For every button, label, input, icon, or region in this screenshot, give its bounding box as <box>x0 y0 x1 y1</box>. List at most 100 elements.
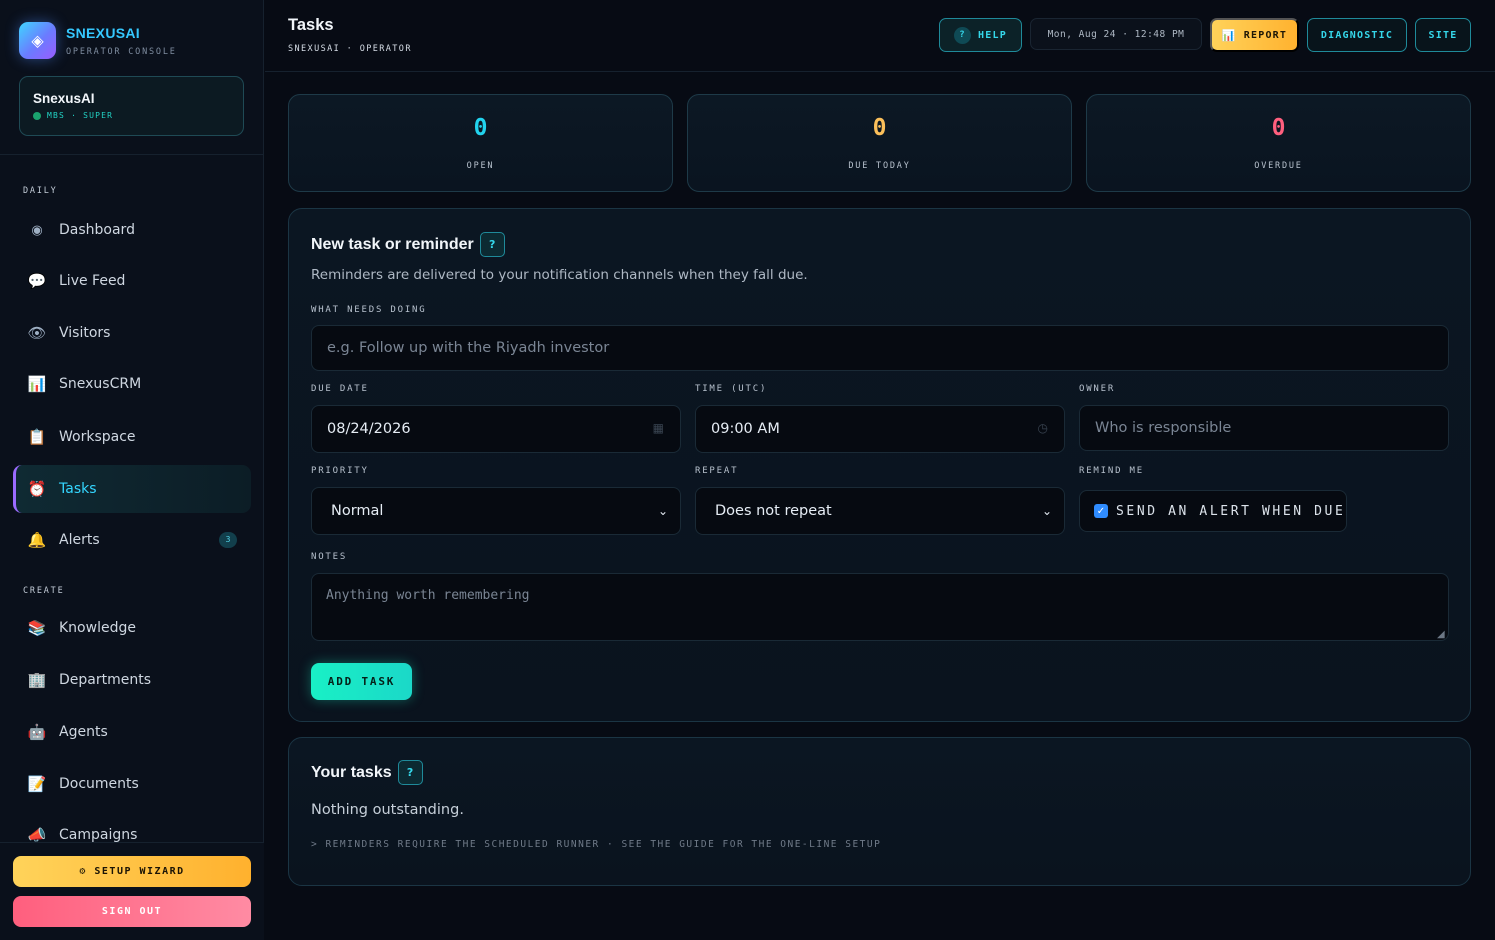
robot-icon: 🤖 <box>27 723 47 741</box>
bar-chart-icon: 📊 <box>1221 28 1237 42</box>
status-dot-icon <box>33 111 41 120</box>
brand[interactable]: ◈ SNEXUSAI OPERATOR CONSOLE <box>19 22 177 59</box>
stat-label: DUE TODAY <box>848 161 911 171</box>
stat-value: 0 <box>1271 115 1286 141</box>
stat-value: 0 <box>473 115 488 141</box>
sign-out-button[interactable]: SIGN OUT <box>13 896 251 927</box>
time-field[interactable]: 09:00 AM ◷ <box>695 405 1065 453</box>
question-icon[interactable]: ? <box>479 232 505 257</box>
breadcrumb: SNEXUSAI · OPERATOR <box>288 44 412 54</box>
nav-section-create: CREATE <box>23 586 65 596</box>
sidebar-divider <box>0 154 264 155</box>
bar-chart-icon: 📊 <box>27 375 47 393</box>
sidebar-item-label: Agents <box>59 724 108 740</box>
sidebar-item-label: Departments <box>59 672 152 688</box>
resize-grip-icon[interactable]: ◢ <box>1437 629 1445 640</box>
sidebar-item-snexuscrm[interactable]: 📊 SnexusCRM <box>13 360 251 408</box>
sidebar-item-tasks[interactable]: ⏰ Tasks <box>13 465 251 513</box>
books-icon: 📚 <box>27 619 47 637</box>
sidebar-item-label: Alerts <box>59 532 100 548</box>
remind-checkbox-row[interactable]: ✓ SEND AN ALERT WHEN DUE <box>1079 490 1347 532</box>
office-building-icon: 🏢 <box>27 671 47 689</box>
empty-state-text: Nothing outstanding. <box>311 802 464 818</box>
stat-label: OVERDUE <box>1254 161 1303 171</box>
your-tasks-title-row: Your tasks ? <box>311 760 423 785</box>
remind-text: SEND AN ALERT WHEN DUE <box>1116 503 1346 519</box>
clock-icon[interactable]: ◷ <box>1038 421 1048 435</box>
sidebar: ◈ SNEXUSAI OPERATOR CONSOLE SnexusAI MBS… <box>0 0 264 940</box>
report-button[interactable]: 📊 REPORT <box>1210 18 1299 52</box>
help-button-label: HELP <box>978 29 1007 41</box>
new-task-panel: New task or reminder ? Reminders are del… <box>288 208 1471 722</box>
task-input[interactable] <box>311 325 1449 371</box>
due-date-label: DUE DATE <box>311 384 369 394</box>
priority-value: Normal <box>331 503 384 519</box>
repeat-value: Does not repeat <box>715 503 832 519</box>
panel-title: Your tasks <box>311 763 392 781</box>
sidebar-item-knowledge[interactable]: 📚 Knowledge <box>13 604 251 652</box>
sidebar-item-label: SnexusCRM <box>59 376 142 392</box>
sidebar-item-label: Knowledge <box>59 620 136 636</box>
chevron-down-icon: ⌄ <box>1041 504 1052 518</box>
checkbox-checked-icon[interactable]: ✓ <box>1094 504 1108 518</box>
page-title: Tasks <box>288 16 334 34</box>
sidebar-item-workspace[interactable]: 📋 Workspace <box>13 413 251 461</box>
question-icon: ? <box>954 26 972 44</box>
notes-label: NOTES <box>311 552 348 562</box>
sidebar-item-alerts[interactable]: 🔔 Alerts 3 <box>13 516 251 564</box>
panel-title: New task or reminder <box>311 235 474 253</box>
clock-display: Mon, Aug 24 · 12:48 PM <box>1030 18 1202 50</box>
sidebar-item-label: Visitors <box>59 325 111 341</box>
site-button[interactable]: SITE <box>1415 18 1471 52</box>
sidebar-item-label: Live Feed <box>59 273 126 289</box>
due-date-value: 08/24/2026 <box>327 421 411 437</box>
nav-section-daily: DAILY <box>23 186 58 196</box>
memo-icon: 📝 <box>27 775 47 793</box>
diagnostic-button[interactable]: DIAGNOSTIC <box>1307 18 1407 52</box>
setup-wizard-button[interactable]: ⚙ SETUP WIZARD <box>13 856 251 887</box>
sidebar-item-label: Campaigns <box>59 827 138 843</box>
sidebar-item-departments[interactable]: 🏢 Departments <box>13 656 251 704</box>
alerts-count-badge: 3 <box>219 532 237 548</box>
dashboard-icon: ◉ <box>31 222 43 238</box>
help-button[interactable]: ? HELP <box>939 18 1022 52</box>
bell-icon: 🔔 <box>27 531 47 549</box>
your-tasks-panel: Your tasks ? Nothing outstanding. > REMI… <box>288 737 1471 886</box>
task-label: WHAT NEEDS DOING <box>311 305 427 315</box>
sidebar-item-visitors[interactable]: 👁 Visitors <box>13 309 251 357</box>
owner-label: OWNER <box>1079 384 1116 394</box>
question-icon[interactable]: ? <box>397 760 423 785</box>
clipboard-icon: 📋 <box>27 428 47 446</box>
alarm-clock-icon: ⏰ <box>27 480 47 498</box>
priority-label: PRIORITY <box>311 466 369 476</box>
stat-label: OPEN <box>466 161 495 171</box>
due-date-field[interactable]: 08/24/2026 ▦ <box>311 405 681 453</box>
calendar-icon[interactable]: ▦ <box>653 421 664 435</box>
add-task-button[interactable]: ADD TASK <box>311 663 412 700</box>
sidebar-item-label: Documents <box>59 776 139 792</box>
sidebar-item-label: Dashboard <box>59 222 135 238</box>
brand-subtitle: OPERATOR CONSOLE <box>66 46 177 57</box>
stat-card-overdue: 0 OVERDUE <box>1086 94 1471 192</box>
remind-label: REMIND ME <box>1079 466 1144 476</box>
repeat-select[interactable]: Does not repeat ⌄ <box>695 487 1065 535</box>
stat-card-due-today: 0 DUE TODAY <box>687 94 1072 192</box>
sidebar-item-agents[interactable]: 🤖 Agents <box>13 708 251 756</box>
top-header: Tasks SNEXUSAI · OPERATOR ? HELP Mon, Au… <box>265 0 1495 72</box>
new-task-title-row: New task or reminder ? <box>311 232 505 257</box>
brand-logo-icon: ◈ <box>19 22 56 59</box>
runner-hint: > REMINDERS REQUIRE THE SCHEDULED RUNNER… <box>311 839 882 850</box>
repeat-label: REPEAT <box>695 466 739 476</box>
time-label: TIME (UTC) <box>695 384 768 394</box>
account-card[interactable]: SnexusAI MBS · SUPER <box>19 76 244 136</box>
speech-bubble-icon: 💬 <box>27 272 47 290</box>
account-role: MBS · SUPER <box>47 111 114 120</box>
stat-value: 0 <box>872 115 887 141</box>
sidebar-item-dashboard[interactable]: ◉ Dashboard <box>13 206 251 254</box>
priority-select[interactable]: Normal ⌄ <box>311 487 681 535</box>
notes-textarea[interactable] <box>311 573 1449 641</box>
sidebar-item-live-feed[interactable]: 💬 Live Feed <box>13 257 251 305</box>
sidebar-item-label: Tasks <box>59 481 97 497</box>
sidebar-item-documents[interactable]: 📝 Documents <box>13 760 251 808</box>
owner-input[interactable] <box>1079 405 1449 451</box>
